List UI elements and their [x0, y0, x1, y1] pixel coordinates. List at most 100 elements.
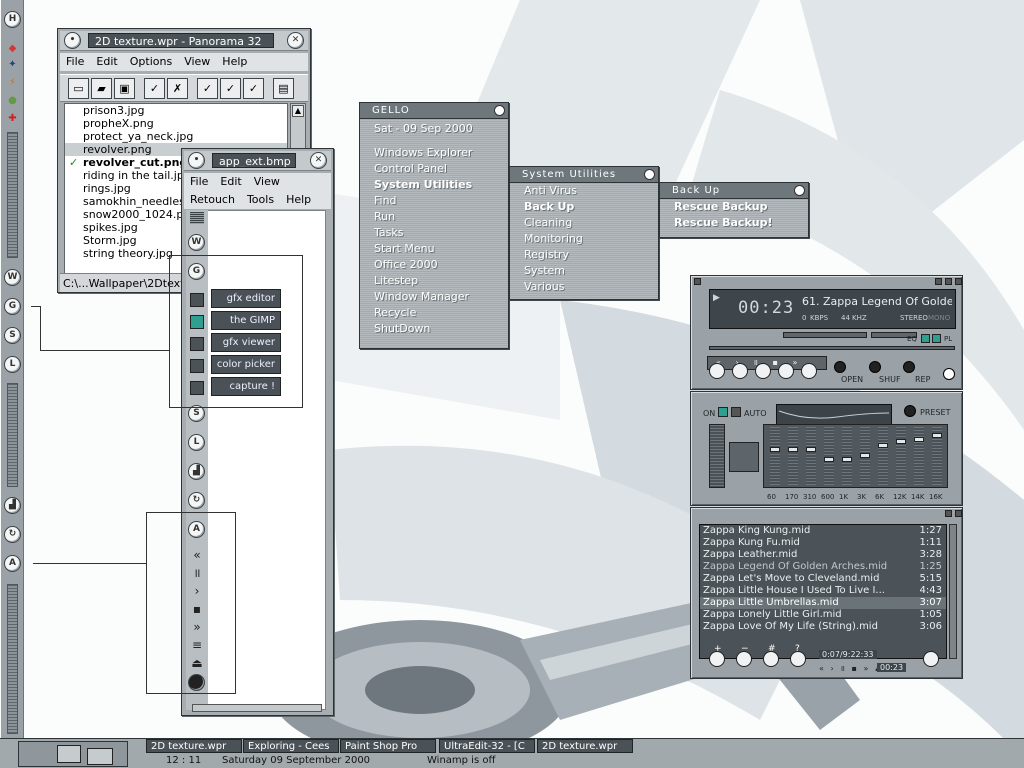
save-icon[interactable]: ▣: [114, 78, 135, 99]
launcher-toggle-4[interactable]: [190, 359, 204, 373]
shade-icon[interactable]: [945, 510, 952, 517]
eq-band-slider[interactable]: [914, 427, 924, 485]
window-menu-icon[interactable]: •: [64, 32, 81, 49]
back-up-title[interactable]: Back Up: [660, 183, 808, 199]
eq-slider-thumb[interactable]: [842, 457, 852, 462]
eq-slider-thumb[interactable]: [878, 443, 888, 448]
eq-toggle[interactable]: [921, 334, 930, 343]
eq-slider-thumb[interactable]: [806, 447, 816, 452]
menu-pin-icon[interactable]: [494, 105, 505, 116]
playlist-item[interactable]: Zappa Lonely Little Girl.mid 1:05: [700, 609, 946, 621]
system-utilities-title[interactable]: System Utilities: [510, 167, 658, 183]
close-icon[interactable]: ✕: [287, 32, 304, 49]
file-list-item[interactable]: propheX.png: [65, 117, 287, 130]
taskbar-task-button[interactable]: 2D texture.wpr: [146, 739, 242, 753]
file-list-item[interactable]: protect_ya_neck.jpg: [65, 130, 287, 143]
playlist-scrollbar[interactable]: [949, 524, 957, 659]
next-button[interactable]: [801, 363, 817, 379]
eq-band-slider[interactable]: [806, 427, 816, 485]
power-icon[interactable]: [188, 674, 205, 691]
stop-icon[interactable]: ▪: [188, 601, 206, 617]
menu-view[interactable]: View: [178, 53, 216, 71]
playlist-item[interactable]: Zappa Legend Of Golden Arches.mid 1:25: [700, 561, 946, 573]
gello-item-windows-explorer[interactable]: Windows Explorer: [360, 145, 508, 161]
pause-icon[interactable]: ॥: [188, 565, 206, 581]
menu-file[interactable]: File: [60, 53, 90, 71]
eq-slider-thumb[interactable]: [896, 439, 906, 444]
playlist-item[interactable]: Zappa Kung Fu.mid 1:11: [700, 537, 946, 549]
eq-slider-thumb[interactable]: [860, 453, 870, 458]
color-picker-button[interactable]: color picker: [211, 355, 281, 374]
pause-button[interactable]: [755, 363, 771, 379]
gello-item-recycle[interactable]: Recycle: [360, 305, 508, 321]
eq-band-slider[interactable]: [932, 427, 942, 485]
repeat-button[interactable]: [903, 361, 915, 373]
remove-button[interactable]: −: [736, 644, 752, 667]
menu-edit[interactable]: Edit: [214, 173, 247, 191]
gello-item-start-menu[interactable]: Start Menu: [360, 241, 508, 257]
close-icon[interactable]: [955, 278, 962, 285]
desktop-pager[interactable]: [18, 741, 128, 767]
launcher-toggle-2[interactable]: [190, 315, 204, 329]
sysutil-item-back-up[interactable]: Back Up: [510, 199, 658, 215]
shade-icon[interactable]: [945, 278, 952, 285]
playlist-icon[interactable]: ≡: [188, 637, 206, 653]
sysutil-item-system[interactable]: System: [510, 263, 658, 279]
eq-band-slider[interactable]: [770, 427, 780, 485]
eq-slider-thumb[interactable]: [788, 447, 798, 452]
mark-all-icon[interactable]: ✓: [220, 78, 241, 99]
eq-slider-thumb[interactable]: [932, 433, 942, 438]
menu-tools[interactable]: Tools: [241, 191, 280, 209]
unmark-icon[interactable]: ✓: [243, 78, 264, 99]
launcher-g-button[interactable]: G: [188, 263, 205, 280]
file-list-item[interactable]: prison3.jpg: [65, 104, 287, 117]
dock-app-icon-4[interactable]: ●: [6, 94, 19, 107]
eq-slider-thumb[interactable]: [770, 447, 780, 452]
backup-item-rescue-backup-[interactable]: Rescue Backup!: [660, 215, 808, 231]
play-button[interactable]: [732, 363, 748, 379]
gello-item-control-panel[interactable]: Control Panel: [360, 161, 508, 177]
menu-pin-icon[interactable]: [794, 185, 805, 196]
play-icon[interactable]: ›: [188, 583, 206, 599]
dock-app-icon-5[interactable]: ✚: [6, 112, 19, 125]
mark-icon[interactable]: ✓: [197, 78, 218, 99]
dock-button-g[interactable]: G: [4, 298, 21, 315]
playlist-item[interactable]: Zappa Leather.mid 3:28: [700, 549, 946, 561]
backup-item-rescue-backup[interactable]: Rescue Backup: [660, 199, 808, 215]
menu-options[interactable]: Options: [124, 53, 178, 71]
refresh-icon[interactable]: ↻: [188, 492, 205, 509]
playlist-list-button[interactable]: [923, 651, 939, 667]
shuffle-button[interactable]: [869, 361, 881, 373]
gello-item-shutdown[interactable]: ShutDown: [360, 321, 508, 337]
grip-handle[interactable]: [190, 212, 204, 224]
minimize-icon[interactable]: [935, 278, 942, 285]
rewind-icon[interactable]: «: [188, 547, 206, 563]
menu-view[interactable]: View: [248, 173, 286, 191]
menu-pin-icon[interactable]: [644, 169, 655, 180]
properties-icon[interactable]: ▤: [273, 78, 294, 99]
launcher-w-button[interactable]: W: [188, 234, 205, 251]
sysutil-item-monitoring[interactable]: Monitoring: [510, 231, 658, 247]
menu-help[interactable]: Help: [280, 191, 317, 209]
eject-icon[interactable]: ⏏: [188, 655, 206, 671]
eq-band-slider[interactable]: [860, 427, 870, 485]
dock-app-icon-1[interactable]: ◆: [6, 42, 19, 55]
launcher-s-button[interactable]: S: [188, 405, 205, 422]
eq-band-slider[interactable]: [788, 427, 798, 485]
dock-button-a[interactable]: A: [4, 555, 21, 572]
close-icon[interactable]: [955, 510, 962, 517]
pl-toggle[interactable]: [932, 334, 941, 343]
eq-band-slider[interactable]: [896, 427, 906, 485]
winamp-menu-icon[interactable]: [694, 278, 701, 285]
eq-slider-thumb[interactable]: [914, 437, 924, 442]
sysutil-item-cleaning[interactable]: Cleaning: [510, 215, 658, 231]
taskbar-task-button[interactable]: UltraEdit-32 - [C: [439, 739, 535, 753]
capture-button[interactable]: capture !: [211, 377, 281, 396]
menu-retouch[interactable]: Retouch: [184, 191, 241, 209]
taskbar-task-button[interactable]: 2D texture.wpr: [537, 739, 633, 753]
volume-slider[interactable]: [783, 332, 867, 338]
gello-item-litestep[interactable]: Litestep: [360, 273, 508, 289]
dock-app-icon-3[interactable]: ⚡: [6, 76, 19, 89]
app-ext-titlebar[interactable]: • app_ext.bmp ✕: [184, 151, 331, 171]
dock-app-icon-2[interactable]: ✦: [6, 58, 19, 71]
